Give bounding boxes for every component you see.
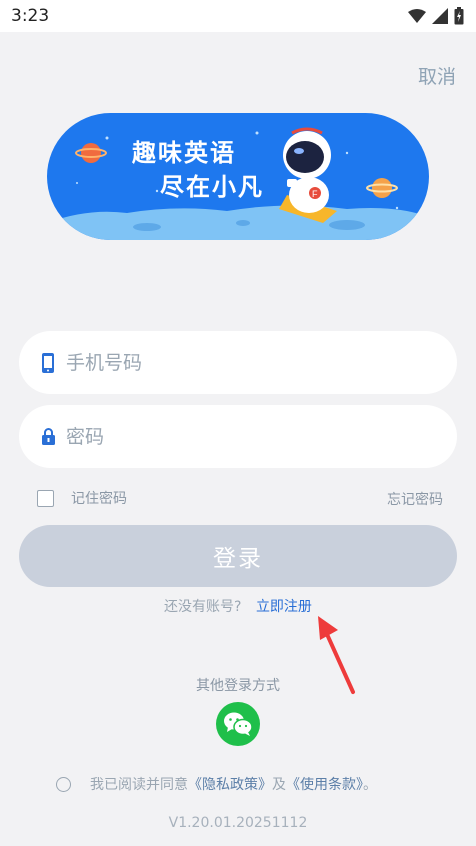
- battery-icon: [454, 7, 464, 25]
- privacy-policy-link[interactable]: 《隐私政策》: [188, 777, 272, 793]
- svg-text:F: F: [312, 189, 318, 199]
- status-bar: 3:23: [0, 0, 476, 32]
- register-link[interactable]: 立即注册: [256, 599, 312, 615]
- status-icons: [408, 6, 464, 26]
- cancel-button[interactable]: 取消: [418, 62, 456, 89]
- agree-radio[interactable]: [56, 776, 71, 792]
- password-input[interactable]: [66, 425, 426, 448]
- register-row: 还没有账号? 立即注册: [0, 596, 476, 616]
- agreement-suffix: 。: [363, 777, 377, 793]
- phone-input[interactable]: [66, 351, 426, 374]
- wifi-icon: [408, 9, 426, 23]
- wechat-login-button[interactable]: [216, 702, 260, 746]
- banner-line2: 尽在小凡: [160, 173, 264, 201]
- password-field[interactable]: [19, 405, 457, 468]
- phone-field[interactable]: [19, 331, 457, 394]
- banner-line1: 趣味英语: [132, 139, 236, 167]
- agreement-row: 我已阅读并同意《隐私政策》及《使用条款》。: [56, 774, 377, 794]
- agreement-prefix: 我已阅读并同意: [90, 777, 188, 793]
- login-button[interactable]: 登录: [19, 525, 457, 587]
- status-time: 3:23: [11, 6, 50, 26]
- agreement-conj: 及: [272, 777, 286, 793]
- other-login-label: 其他登录方式: [196, 678, 280, 694]
- signal-icon: [432, 8, 448, 24]
- no-account-text: 还没有账号?: [164, 599, 242, 615]
- version-label: V1.20.01.20251112: [168, 815, 308, 831]
- promo-banner: F 趣味英语 尽在小凡: [47, 113, 429, 240]
- forgot-password-link[interactable]: 忘记密码: [387, 489, 443, 509]
- remember-label: 记住密码: [71, 491, 127, 507]
- phone-icon: [36, 352, 60, 373]
- wechat-icon: [224, 712, 253, 736]
- agreement-text: 我已阅读并同意《隐私政策》及《使用条款》。: [90, 774, 377, 794]
- remember-checkbox[interactable]: [37, 489, 54, 507]
- remember-password[interactable]: 记住密码: [37, 488, 127, 508]
- terms-link[interactable]: 《使用条款》: [286, 777, 363, 793]
- lock-icon: [36, 428, 60, 445]
